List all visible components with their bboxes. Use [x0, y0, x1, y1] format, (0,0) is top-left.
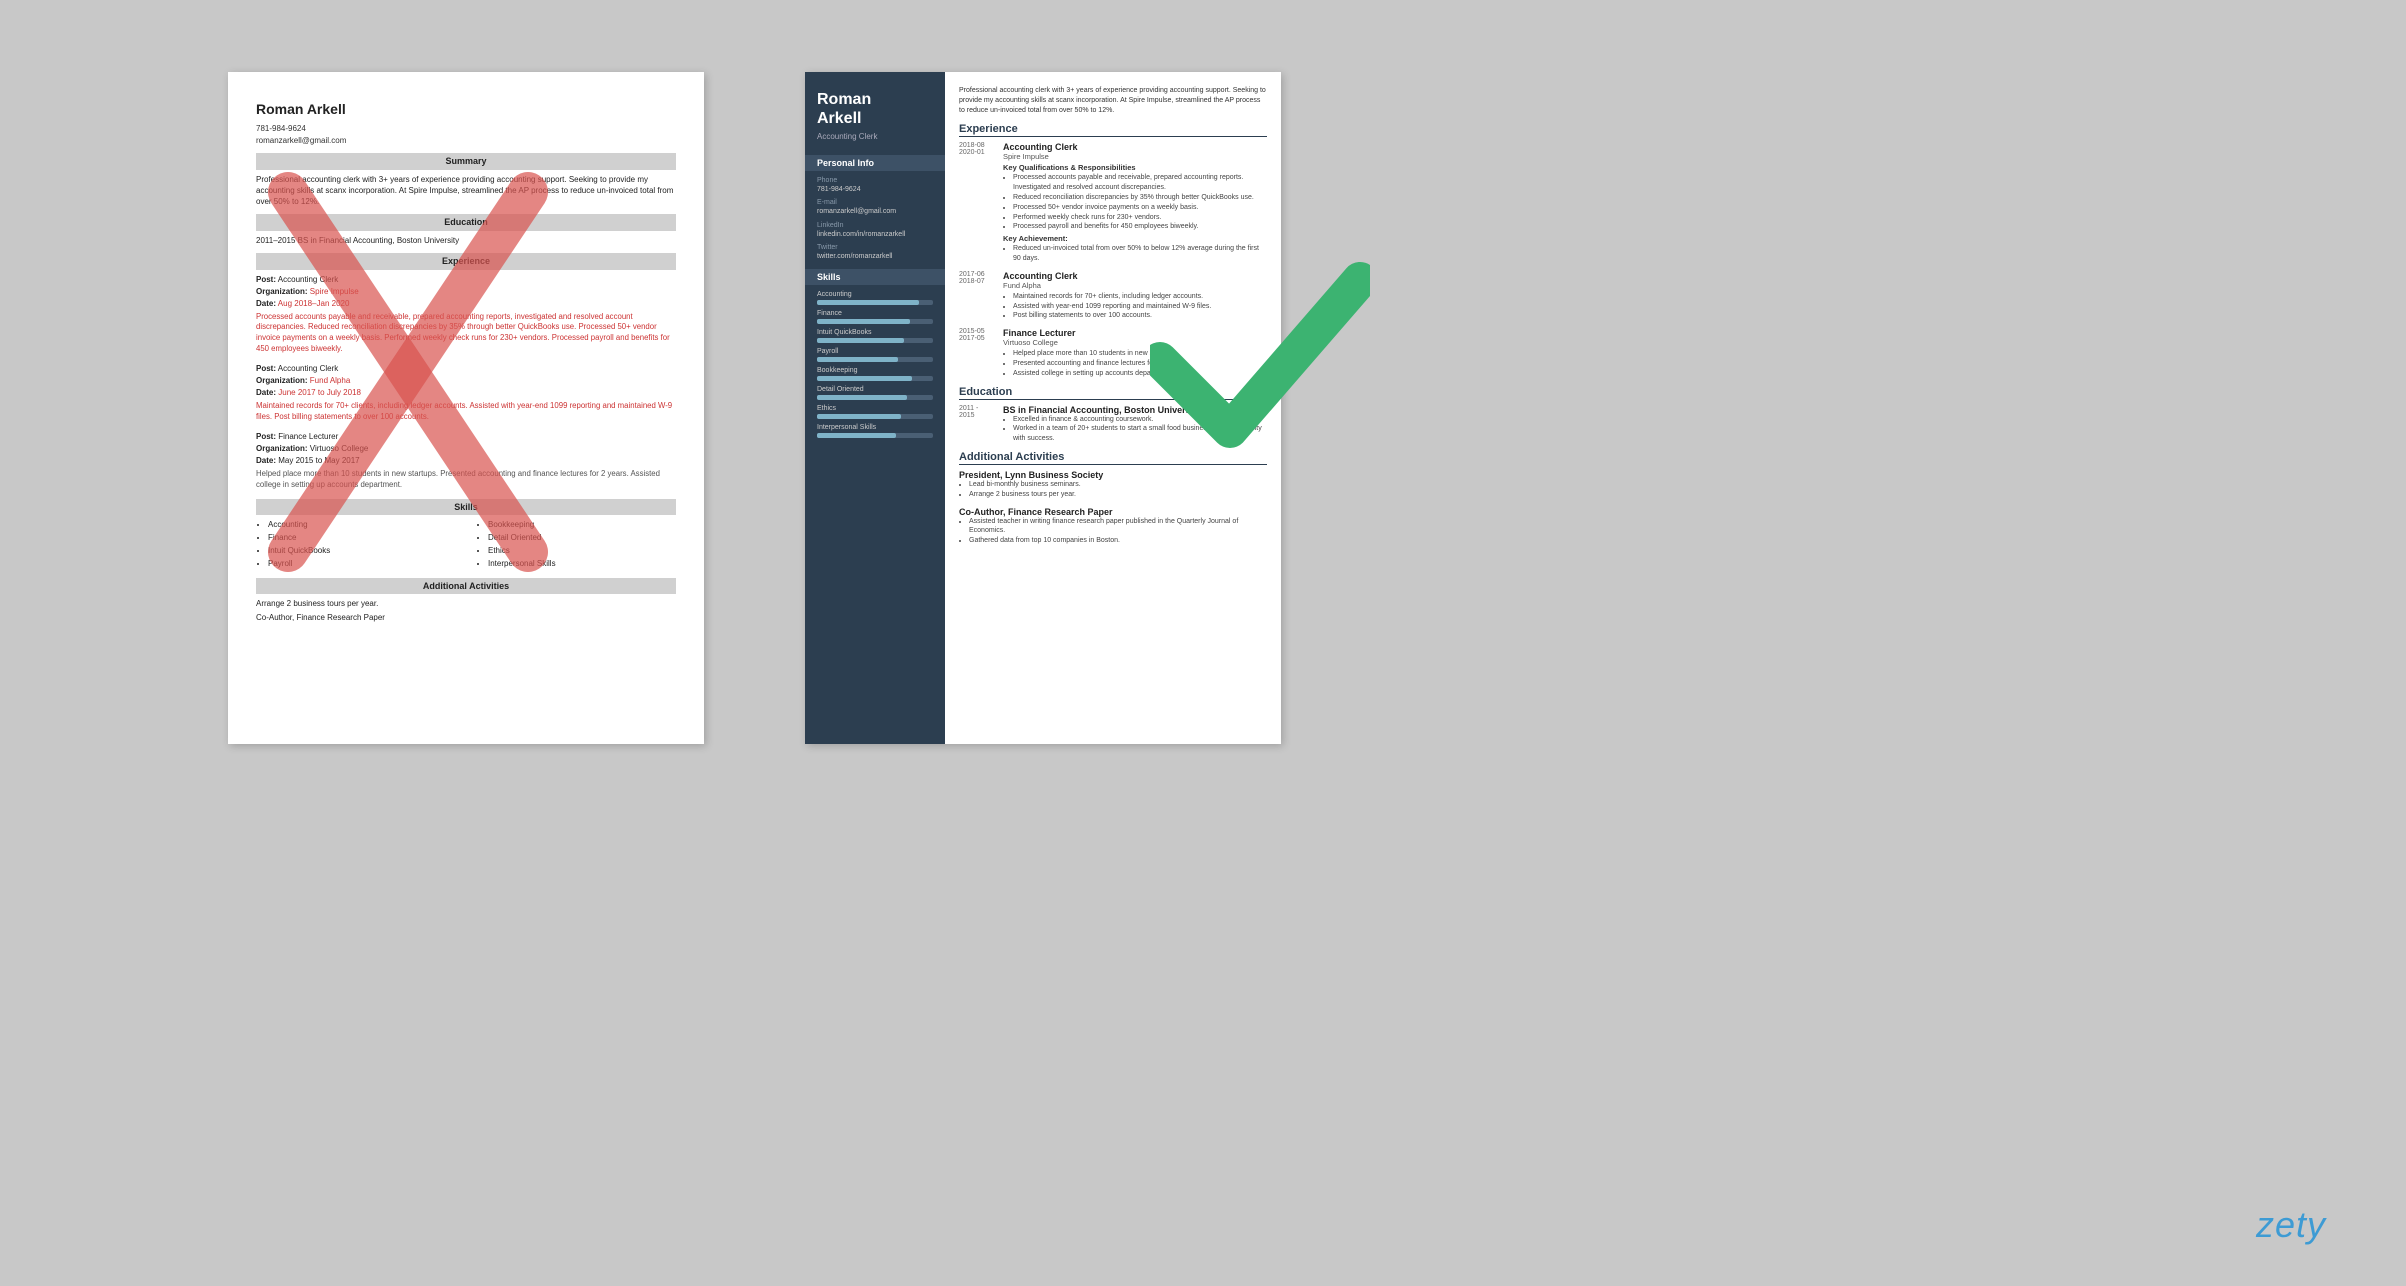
- right-name: Roman Arkell: [817, 90, 933, 128]
- right-exp-header: Experience: [959, 123, 1267, 137]
- right-job-2: 2015-05 2017-05 Finance Lecturer Virtuos…: [959, 328, 1267, 378]
- exp-post-1: Post: Accounting Clerk: [256, 363, 676, 375]
- linkedin-label: LinkedIn: [817, 222, 933, 229]
- resume-sidebar: Roman Arkell Accounting Clerk Personal I…: [805, 72, 945, 744]
- exp-desc-1: Maintained records for 70+ clients, incl…: [256, 401, 676, 423]
- exp-date-1: Date: June 2017 to July 2018: [256, 387, 676, 399]
- left-email: romanzarkell@gmail.com: [256, 135, 676, 146]
- skills-cols: Accounting Finance Intuit QuickBooks Pay…: [256, 519, 676, 570]
- exp-desc-2: Helped place more than 10 students in ne…: [256, 469, 676, 491]
- skill-ethics: Ethics: [817, 405, 933, 419]
- right-education: 2011 - 2015 BS in Financial Accounting, …: [959, 405, 1267, 444]
- right-activities-header: Additional Activities: [959, 451, 1267, 465]
- left-resume-name: Roman Arkell: [256, 100, 676, 120]
- activity-paper: Co-Author, Finance Research Paper Assist…: [959, 507, 1267, 546]
- skill-item: Accounting: [268, 519, 456, 532]
- skills-header: Skills: [256, 499, 676, 516]
- skill-item: Ethics: [488, 545, 676, 558]
- phone-value: 781-984-9624: [817, 185, 933, 194]
- exp-post-2: Post: Finance Lecturer: [256, 431, 676, 443]
- summary-text: Professional accounting clerk with 3+ ye…: [256, 174, 676, 208]
- twitter-value: twitter.com/romanzarkell: [817, 252, 933, 261]
- email-label: E-mail: [817, 199, 933, 206]
- right-summary: Professional accounting clerk with 3+ ye…: [959, 86, 1267, 115]
- skills-col2: Bookkeeping Detail Oriented Ethics Inter…: [476, 519, 676, 570]
- exp-org-2: Organization: Virtuoso College: [256, 443, 676, 455]
- experience-header: Experience: [256, 253, 676, 270]
- skill-payroll: Payroll: [817, 348, 933, 362]
- skill-detail: Detail Oriented: [817, 386, 933, 400]
- left-phone: 781-984-9624: [256, 123, 676, 134]
- personal-info-header: Personal Info: [805, 155, 945, 171]
- email-value: romanzarkell@gmail.com: [817, 207, 933, 216]
- right-job-1: 2017-06 2018-07 Accounting Clerk Fund Al…: [959, 271, 1267, 321]
- skills-col1: Accounting Finance Intuit QuickBooks Pay…: [256, 519, 456, 570]
- right-title: Accounting Clerk: [817, 132, 933, 141]
- skill-interpersonal: Interpersonal Skills: [817, 424, 933, 438]
- activity-1: Co-Author, Finance Research Paper: [256, 612, 676, 623]
- resume-main: Professional accounting clerk with 3+ ye…: [945, 72, 1281, 744]
- resume-right: Roman Arkell Accounting Clerk Personal I…: [805, 72, 1281, 744]
- skill-item: Finance: [268, 532, 456, 545]
- right-edu-header: Education: [959, 386, 1267, 400]
- activities-header: Additional Activities: [256, 578, 676, 595]
- skill-accounting: Accounting: [817, 291, 933, 305]
- exp-desc-0: Processed accounts payable and receivabl…: [256, 312, 676, 356]
- skill-item: Interpersonal Skills: [488, 558, 676, 571]
- skill-item: Bookkeeping: [488, 519, 676, 532]
- skill-item: Detail Oriented: [488, 532, 676, 545]
- phone-label: Phone: [817, 177, 933, 184]
- exp-block-0: Post: Accounting Clerk Organization: Spi…: [256, 274, 676, 356]
- activity-society: President, Lynn Business Society Lead bi…: [959, 470, 1267, 500]
- activity-0: Arrange 2 business tours per year.: [256, 598, 676, 609]
- exp-date-0: Date: Aug 2018–Jan 2020: [256, 298, 676, 310]
- twitter-label: Twitter: [817, 244, 933, 251]
- skill-quickbooks: Intuit QuickBooks: [817, 329, 933, 343]
- skills-header: Skills: [805, 269, 945, 285]
- exp-block-2: Post: Finance Lecturer Organization: Vir…: [256, 431, 676, 491]
- zety-logo: zety: [2256, 1204, 2326, 1246]
- exp-date-2: Date: May 2015 to May 2017: [256, 455, 676, 467]
- right-job-0: 2018-08 2020-01 Accounting Clerk Spire I…: [959, 142, 1267, 263]
- skill-item: Payroll: [268, 558, 456, 571]
- exp-post-0: Post: Accounting Clerk: [256, 274, 676, 286]
- skill-item: Intuit QuickBooks: [268, 545, 456, 558]
- exp-org-1: Organization: Fund Alpha: [256, 375, 676, 387]
- skills-list2: Bookkeeping Detail Oriented Ethics Inter…: [476, 519, 676, 570]
- education-entry: 2011–2015 BS in Financial Accounting, Bo…: [256, 235, 676, 246]
- skill-bookkeeping: Bookkeeping: [817, 367, 933, 381]
- education-header: Education: [256, 214, 676, 231]
- exp-org-0: Organization: Spire Impulse: [256, 286, 676, 298]
- summary-header: Summary: [256, 153, 676, 170]
- skills-list1: Accounting Finance Intuit QuickBooks Pay…: [256, 519, 456, 570]
- resume-left: Roman Arkell 781-984-9624 romanzarkell@g…: [228, 72, 704, 744]
- linkedin-value: linkedin.com/in/romanzarkell: [817, 230, 933, 239]
- exp-block-1: Post: Accounting Clerk Organization: Fun…: [256, 363, 676, 423]
- skill-finance: Finance: [817, 310, 933, 324]
